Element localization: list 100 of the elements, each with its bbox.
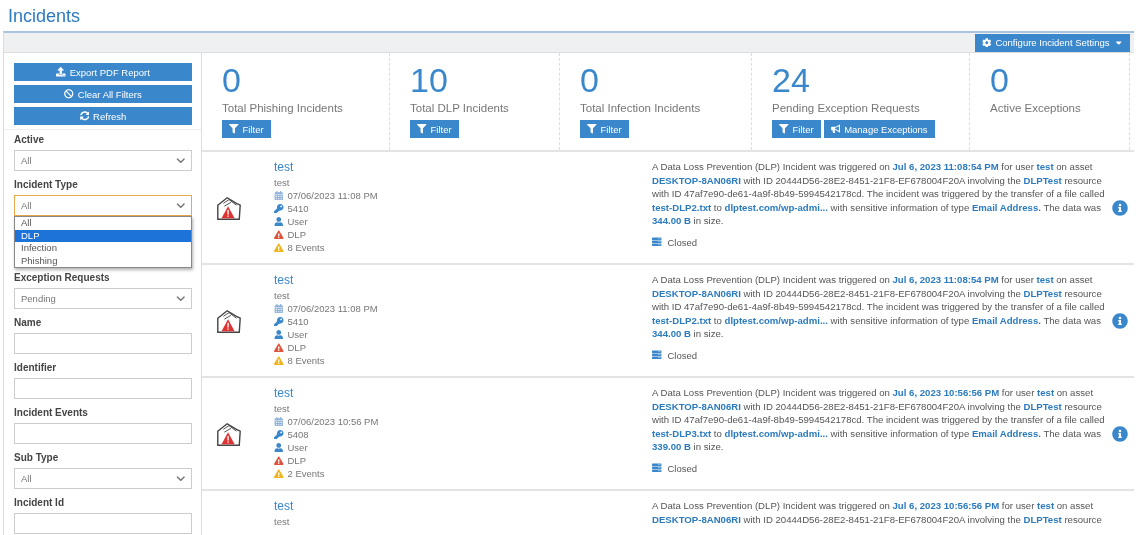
- incident-user: User: [287, 442, 308, 453]
- megaphone-icon: [830, 124, 841, 134]
- filter-select[interactable]: Pending: [14, 288, 192, 309]
- incident-title-link[interactable]: test: [274, 499, 294, 513]
- incident-subtitle: test: [274, 176, 290, 189]
- manage-exceptions-button[interactable]: Manage Exceptions: [823, 120, 935, 138]
- incident-date: 07/06/2023 11:08 PM: [287, 190, 378, 201]
- info-icon[interactable]: [1112, 313, 1128, 329]
- stat-label: Total DLP Incidents: [410, 102, 509, 114]
- user-icon: [274, 442, 284, 453]
- chevron-down-icon: [175, 155, 185, 166]
- incident-status: Closed: [667, 462, 698, 474]
- sidebar-button[interactable]: Export PDF Report: [14, 63, 192, 81]
- incident-status: Closed: [667, 349, 698, 361]
- input-field[interactable]: [14, 333, 192, 354]
- stat-count: 0: [990, 61, 1009, 99]
- input-field[interactable]: [14, 378, 192, 399]
- incident-type: DLP: [287, 229, 306, 240]
- warning-icon: [274, 229, 284, 240]
- user-icon: [274, 329, 284, 340]
- refresh-icon: [79, 111, 90, 121]
- chevron-down-icon: [175, 293, 185, 304]
- configure-settings-button[interactable]: Configure Incident Settings: [974, 33, 1130, 52]
- filter-button[interactable]: Filter: [580, 120, 629, 138]
- filter-icon: [229, 124, 239, 134]
- filter-select[interactable]: All: [14, 195, 192, 216]
- warning-icon: [274, 455, 284, 466]
- calendar-icon: [274, 416, 284, 427]
- filter-icon: [587, 124, 597, 134]
- incident-events: 2 Events: [287, 468, 325, 479]
- incident-envelope-icon: [214, 194, 244, 222]
- warning-icon: [274, 242, 284, 253]
- filter-select[interactable]: All: [14, 468, 192, 489]
- incident-title-link[interactable]: test: [274, 160, 294, 174]
- incident-id: 5410: [287, 203, 309, 214]
- filter-label: Name: [14, 317, 43, 329]
- calendar-icon: [274, 303, 284, 314]
- incident-subtitle: test: [274, 289, 290, 302]
- incident-description: A Data Loss Prevention (DLP) Incident was triggered on Jul 6, 2023 11:08:54 PM for user test on asset DESKTOP-8AN06RI with ID 20444D56-28E2-8451-21F8-EF678004F20A involving the DLPTest resource with ID 47af7e90-de61-4a9f-8b49-5994542178cd. The incident was triggered by the transfer of a file called test-DLP2.txt to dlptest.com/wp-admi... with sensitive information of type Email Address. The data was 344.00 B in size.: [652, 160, 1106, 228]
- incident-id: 5408: [287, 429, 309, 440]
- filter-label: Incident Id: [14, 497, 65, 509]
- incident-status: Closed: [667, 236, 698, 248]
- filter-label: Exception Requests: [14, 272, 111, 284]
- stat-count: 0: [580, 61, 599, 99]
- calendar-icon: [274, 190, 284, 201]
- sidebar-button[interactable]: Refresh: [14, 107, 192, 125]
- chevron-down-icon: [175, 200, 185, 211]
- stat-label: Total Infection Incidents: [580, 102, 701, 114]
- stat-label: Total Phishing Incidents: [222, 102, 343, 114]
- filter-select[interactable]: All: [14, 150, 192, 171]
- settings-icon: [981, 37, 992, 48]
- filter-button[interactable]: Filter: [772, 120, 821, 138]
- key-icon: [274, 429, 284, 440]
- incident-description: A Data Loss Prevention (DLP) Incident was triggered on Jul 6, 2023 10:56:56 PM for user test on asset DESKTOP-8AN06RI with ID 20444D56-28E2-8451-21F8-EF678004F20A involving the DLPTest resource with ID 47af7e90-de61-4a9f-8b49-5994542178cd. The incident was triggered by the transfer of a file called test-DLP3.txt to dlptest.com/wp-admi... with sensitive information of type Email Address. The data was 339.00 B in size.: [652, 386, 1106, 454]
- stat-count: 0: [222, 61, 241, 99]
- sidebar-button[interactable]: Clear All Filters: [14, 85, 192, 103]
- page-title: Incidents: [7, 5, 82, 28]
- incident-type: DLP: [287, 342, 306, 353]
- input-field[interactable]: [14, 513, 192, 534]
- incident-events: 8 Events: [287, 242, 325, 253]
- incident-date: 07/06/2023 11:08 PM: [287, 303, 378, 314]
- stat-label: Pending Exception Requests: [772, 102, 920, 114]
- stat-count: 24: [772, 61, 810, 99]
- key-icon: [274, 316, 284, 327]
- ban-icon: [64, 89, 74, 99]
- input-field[interactable]: [14, 423, 192, 444]
- filter-label: Sub Type: [14, 452, 60, 464]
- incident-envelope-icon: [214, 420, 244, 448]
- incident-title-link[interactable]: test: [274, 273, 294, 287]
- filter-icon: [779, 124, 789, 134]
- filter-label: Active: [14, 134, 45, 146]
- dropdown-option[interactable]: Infection: [15, 242, 191, 255]
- filter-label: Identifier: [14, 362, 58, 374]
- status-icon: [652, 350, 662, 360]
- dropdown-option[interactable]: All: [15, 217, 191, 230]
- incident-description: A Data Loss Prevention (DLP) Incident was triggered on Jul 6, 2023 11:08:54 PM for user test on asset DESKTOP-8AN06RI with ID 20444D56-28E2-8451-21F8-EF678004F20A involving the DLPTest resource with ID 47af7e90-de61-4a9f-8b49-5994542178cd. The incident was triggered by the transfer of a file called test-DLP2.txt to dlptest.com/wp-admi... with sensitive information of type Email Address. The data was 344.00 B in size.: [652, 273, 1106, 341]
- info-icon[interactable]: [1112, 200, 1128, 216]
- stat-label: Active Exceptions: [990, 102, 1081, 114]
- filter-label: Incident Type: [14, 179, 79, 191]
- incident-description: A Data Loss Prevention (DLP) Incident was triggered on Jul 6, 2023 10:56:56 PM for user test on asset DESKTOP-8AN06RI with ID 20444D56-28E2-8451-21F8-EF678004F20A involving the DLPTest resource: [652, 499, 1103, 526]
- incident-events: 8 Events: [287, 355, 325, 366]
- key-icon: [274, 203, 284, 214]
- stat-count: 10: [410, 61, 448, 99]
- incident-user: User: [287, 216, 308, 227]
- incident-title-link[interactable]: test: [274, 386, 294, 400]
- incident-subtitle: test: [274, 515, 290, 528]
- incident-type: DLP: [287, 455, 306, 466]
- warning-icon: [274, 355, 284, 366]
- incident-envelope-icon: [214, 307, 244, 335]
- filter-icon: [417, 124, 427, 134]
- status-icon: [652, 237, 662, 247]
- filter-label: Incident Events: [14, 407, 89, 419]
- incident-subtitle: test: [274, 402, 290, 415]
- filter-button[interactable]: Filter: [222, 120, 271, 138]
- status-icon: [652, 463, 662, 473]
- filter-button[interactable]: Filter: [410, 120, 459, 138]
- chevron-down-icon: [175, 473, 185, 484]
- info-icon[interactable]: [1112, 426, 1128, 442]
- warning-icon: [274, 468, 284, 479]
- incident-id: 5410: [287, 316, 309, 327]
